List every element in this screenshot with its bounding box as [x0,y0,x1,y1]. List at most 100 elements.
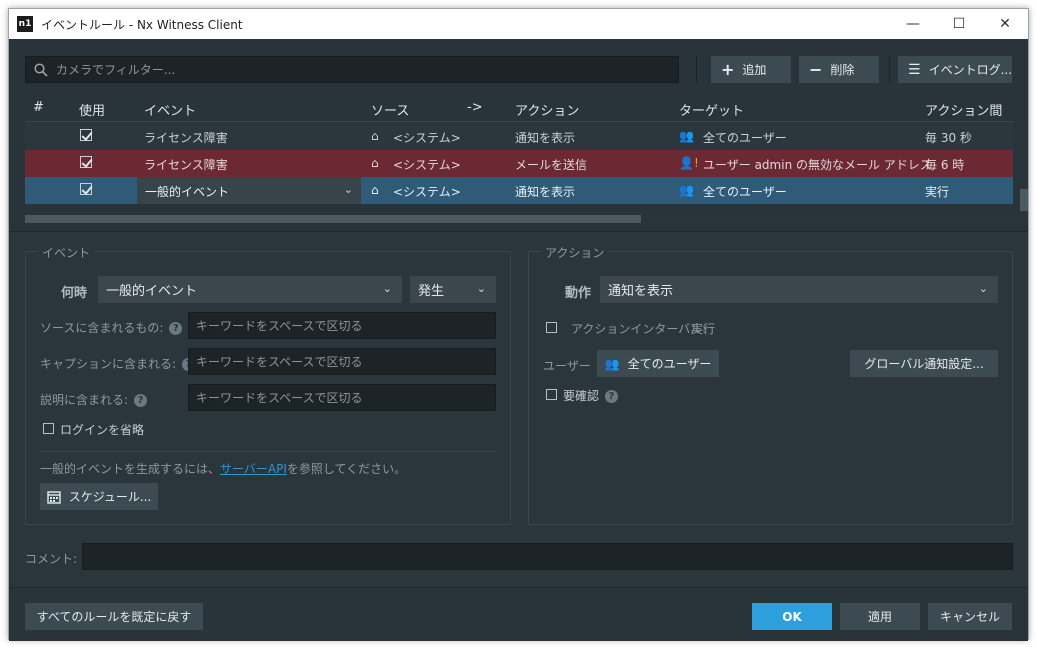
acknowledge-label: 要確認? [563,387,619,404]
chevron-down-icon: ⌄ [382,282,392,295]
action-type-select[interactable]: 通知を表示 ⌄ [600,276,998,303]
action-type-value: 通知を表示 [608,284,674,299]
apply-button[interactable]: 適用 [840,603,920,630]
chevron-down-icon: ⌄ [476,282,486,295]
help-icon[interactable]: ? [605,390,619,403]
rules-table-header: # 使用 イベント ソース -> アクション ターゲット アクション間隔 [25,94,1013,138]
source-filter-input[interactable]: キーワードをスペースで区切る [188,312,496,339]
horizontal-scrollbar[interactable] [25,215,1013,223]
col-arrow[interactable]: -> [467,100,483,115]
event-state-select[interactable]: 発生 ⌄ [410,276,496,303]
chevron-down-icon: ⌄ [978,282,988,295]
event-log-button[interactable]: ☰ イベントログ... [898,56,1012,83]
user-warning-icon: 👤! [679,156,699,170]
calendar-icon [46,490,61,504]
server-api-link[interactable]: サーバーAPI [220,462,287,476]
plus-icon: + [721,60,735,79]
window-controls: — ☐ ✕ [890,9,1028,39]
row-event: 一般的イベント [145,185,230,199]
ok-button[interactable]: OK [752,603,832,630]
event-log-label: イベントログ... [928,63,1013,77]
omit-login-checkbox[interactable] [43,423,54,434]
comment-input[interactable] [82,543,1013,570]
enabled-checkbox[interactable] [80,129,92,141]
action-interval-checkbox[interactable] [546,322,557,333]
users-icon: 👥 [604,356,620,371]
col-action[interactable]: アクション [515,100,579,119]
omit-login-label: ログインを省略 [60,423,145,437]
row-action: 通知を表示 [515,131,576,145]
users-icon: 👥 [679,183,694,197]
description-filter-input[interactable]: キーワードをスペースで区切る [188,384,496,411]
home-icon: ⌂ [371,129,379,143]
row-interval: 毎 30 秒 [925,131,972,145]
event-state-value: 発生 [418,284,445,299]
row-interval: 実行 [925,185,950,199]
dialog-footer: すべてのルールを既定に戻す OK 適用 キャンセル [9,588,1028,641]
api-hint-prefix: 一般的イベントを生成するには、 [40,462,221,476]
row-target: 全てのユーザー [703,131,787,145]
table-row[interactable]: 一般的イベント ⌄ ⌂ <システム> 通知を表示 👥 全てのユーザー 実行 [25,177,1013,204]
col-source[interactable]: ソース [371,100,409,119]
event-type-select[interactable]: 一般的イベント ⌄ [98,276,402,303]
help-icon[interactable]: ? [169,322,183,335]
user-label: ユーザー [543,359,591,373]
when-label: 何時 [61,286,88,301]
acknowledge-checkbox[interactable] [546,389,557,400]
action-interval-value: 実行 [691,322,716,336]
col-enabled[interactable]: 使用 [79,100,105,119]
event-group: イベント 何時 一般的イベント ⌄ 発生 ⌄ ソースに含まれるもの:? キーワー… [25,244,511,525]
cancel-button[interactable]: キャンセル [928,603,1012,630]
col-target[interactable]: ターゲット [679,100,744,119]
event-type-combo[interactable]: 一般的イベント ⌄ [137,177,361,204]
table-row[interactable]: ライセンス障害 ⌂ <システム> メールを送信 👤! ユーザー admin の無… [25,150,1013,177]
vertical-scrollbar[interactable] [1020,123,1028,223]
camera-filter-input[interactable]: カメラでフィルター... [25,56,679,83]
scrollbar-thumb[interactable] [1020,189,1028,211]
row-target: ユーザー admin の無効なメール アドレス [703,158,932,172]
caption-filter-input[interactable]: キーワードをスペースで区切る [188,348,496,375]
maximize-button[interactable]: ☐ [936,9,982,39]
row-source: <システム> [393,158,461,172]
search-icon [34,62,48,77]
col-event[interactable]: イベント [144,100,196,119]
api-hint-suffix: を参照してください。 [286,462,407,476]
close-button[interactable]: ✕ [982,9,1028,39]
divider [40,451,496,452]
action-group-title: アクション [541,244,609,261]
event-rules-window: n1 イベントルール - Nx Witness Client — ☐ ✕ カメラ… [8,8,1029,641]
rule-editor: イベント 何時 一般的イベント ⌄ 発生 ⌄ ソースに含まれるもの:? キーワー… [9,231,1028,641]
schedule-button[interactable]: スケジュール... [40,483,158,510]
table-row[interactable]: ライセンス障害 ⌂ <システム> 通知を表示 👥 全てのユーザー 毎 30 秒 [25,123,1013,150]
enabled-checkbox[interactable] [80,156,92,168]
schedule-label: スケジュール... [68,490,152,504]
row-source: <システム> [393,185,461,199]
do-label: 動作 [565,286,592,301]
row-event: ライセンス障害 [144,131,228,145]
users-value: 全てのユーザー [627,357,712,371]
event-type-value: 一般的イベント [106,284,198,299]
toolbar-separator [889,56,890,83]
global-notification-settings-button[interactable]: グローバル通知設定... [850,350,998,377]
enabled-checkbox[interactable] [80,183,92,195]
users-select-button[interactable]: 👥 全てのユーザー [597,350,719,377]
acknowledge-text: 要確認 [563,389,600,403]
row-interval: 毎 6 時 [925,158,965,172]
description-filter-label: 説明に含まれる:? [40,391,148,408]
comment-label: コメント: [25,552,78,566]
col-number[interactable]: # [33,100,44,115]
minus-icon: − [809,60,823,79]
row-target: 全てのユーザー [703,185,787,199]
scrollbar-thumb[interactable] [25,215,641,223]
api-hint: 一般的イベントを生成するには、サーバーAPIを参照してください。 [40,460,406,477]
help-icon[interactable]: ? [134,394,148,407]
chevron-down-icon: ⌄ [343,183,353,196]
caption-filter-text: キャプションに含まれる: [40,357,177,371]
reset-rules-button[interactable]: すべてのルールを既定に戻す [25,603,203,630]
dialog-content: カメラでフィルター... + 追加 − 削除 ☰ イベントログ... # 使用 … [9,39,1028,641]
row-action: メールを送信 [515,158,588,172]
delete-rule-button[interactable]: − 削除 [799,56,879,83]
search-placeholder: カメラでフィルター... [56,63,176,77]
minimize-button[interactable]: — [890,9,936,39]
add-rule-button[interactable]: + 追加 [711,56,791,83]
